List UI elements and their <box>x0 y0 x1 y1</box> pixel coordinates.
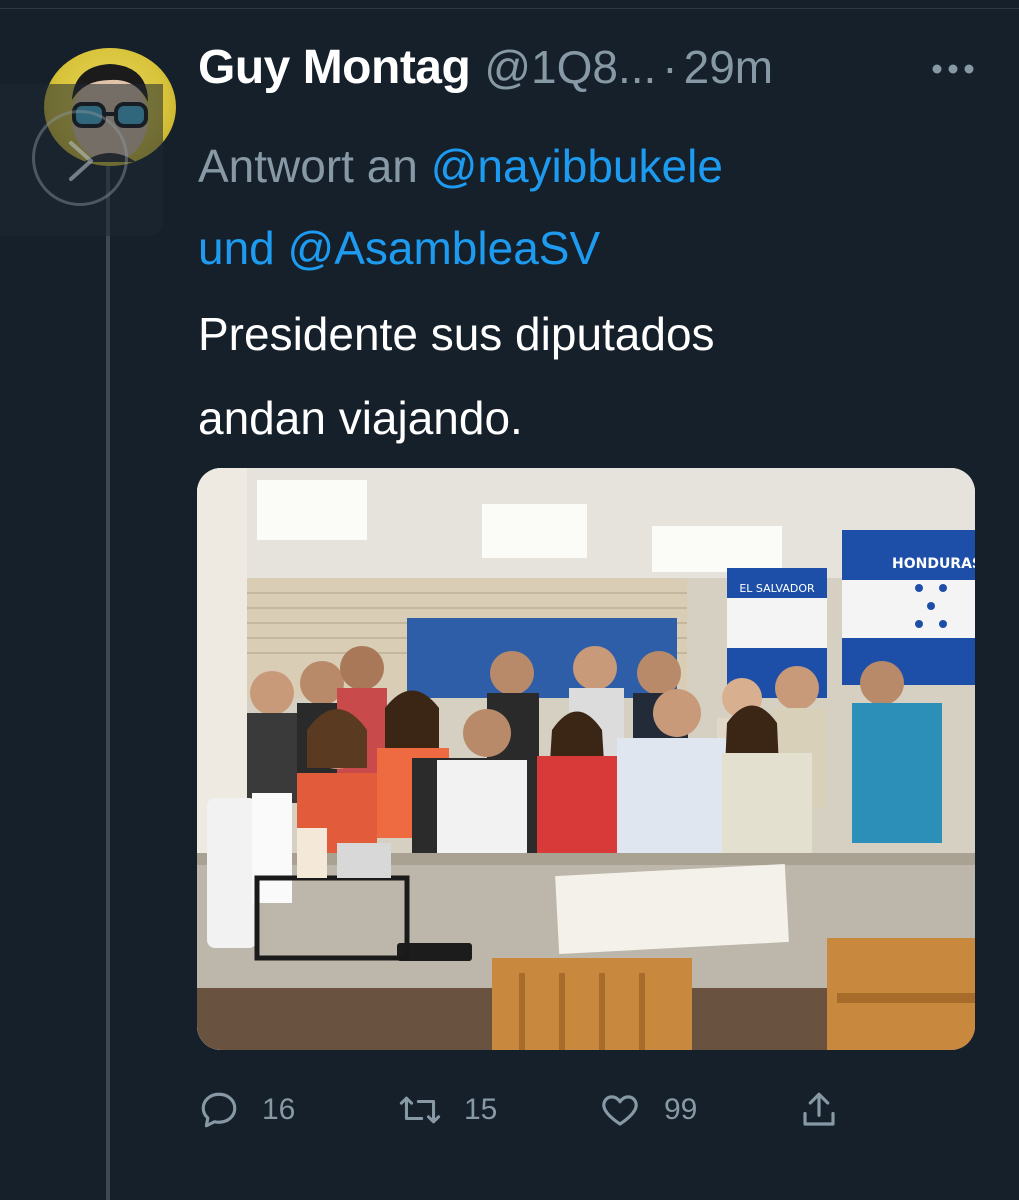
share-icon <box>803 1092 835 1126</box>
like-count: 99 <box>664 1093 698 1126</box>
share-button[interactable] <box>798 1082 840 1138</box>
author-name[interactable]: Guy Montag <box>198 40 471 95</box>
tweet-text: Presidente sus diputados andan viajando. <box>198 292 958 460</box>
tweet-photo[interactable]: EL SALVADOR HONDURAS <box>197 468 975 1050</box>
group-photo-image: EL SALVADOR HONDURAS <box>197 468 975 1050</box>
mention-link-1[interactable]: @nayibbukele <box>431 140 723 192</box>
thread-connector-line <box>106 160 110 1200</box>
reply-prefix: Antwort an <box>198 140 418 192</box>
retweet-count: 15 <box>464 1093 498 1126</box>
flag-label-2: HONDURAS <box>892 556 975 572</box>
header-separator: · <box>662 41 678 93</box>
author-handle[interactable]: @1Q8... <box>484 40 656 94</box>
tweet-header: Guy Montag @1Q8... · 29m <box>198 40 773 110</box>
more-options-button[interactable] <box>930 62 976 76</box>
tweet-text-line: Presidente sus diputados <box>198 308 715 360</box>
reply-context: Antwort an @nayibbukele und @AsambleaSV <box>198 125 958 289</box>
reply-count: 16 <box>262 1093 296 1126</box>
retweet-button[interactable]: 15 <box>398 1082 497 1138</box>
heart-icon <box>602 1095 638 1126</box>
reply-conjunction: und <box>198 222 275 274</box>
more-dots-icon <box>932 64 974 74</box>
tweet-text-line: andan viajando. <box>198 392 523 444</box>
chevron-right-icon <box>69 141 93 181</box>
tweet-timestamp[interactable]: 29m <box>684 40 773 94</box>
next-button[interactable] <box>32 110 128 206</box>
like-button[interactable]: 99 <box>598 1082 697 1138</box>
tweet-action-bar: 16 15 99 <box>198 1082 898 1138</box>
reply-icon <box>201 1092 237 1128</box>
reply-button[interactable]: 16 <box>198 1082 295 1138</box>
top-divider <box>0 8 1019 9</box>
mention-link-2[interactable]: @AsambleaSV <box>288 222 601 274</box>
flag-label-1: EL SALVADOR <box>739 582 815 595</box>
retweet-icon <box>399 1096 441 1124</box>
